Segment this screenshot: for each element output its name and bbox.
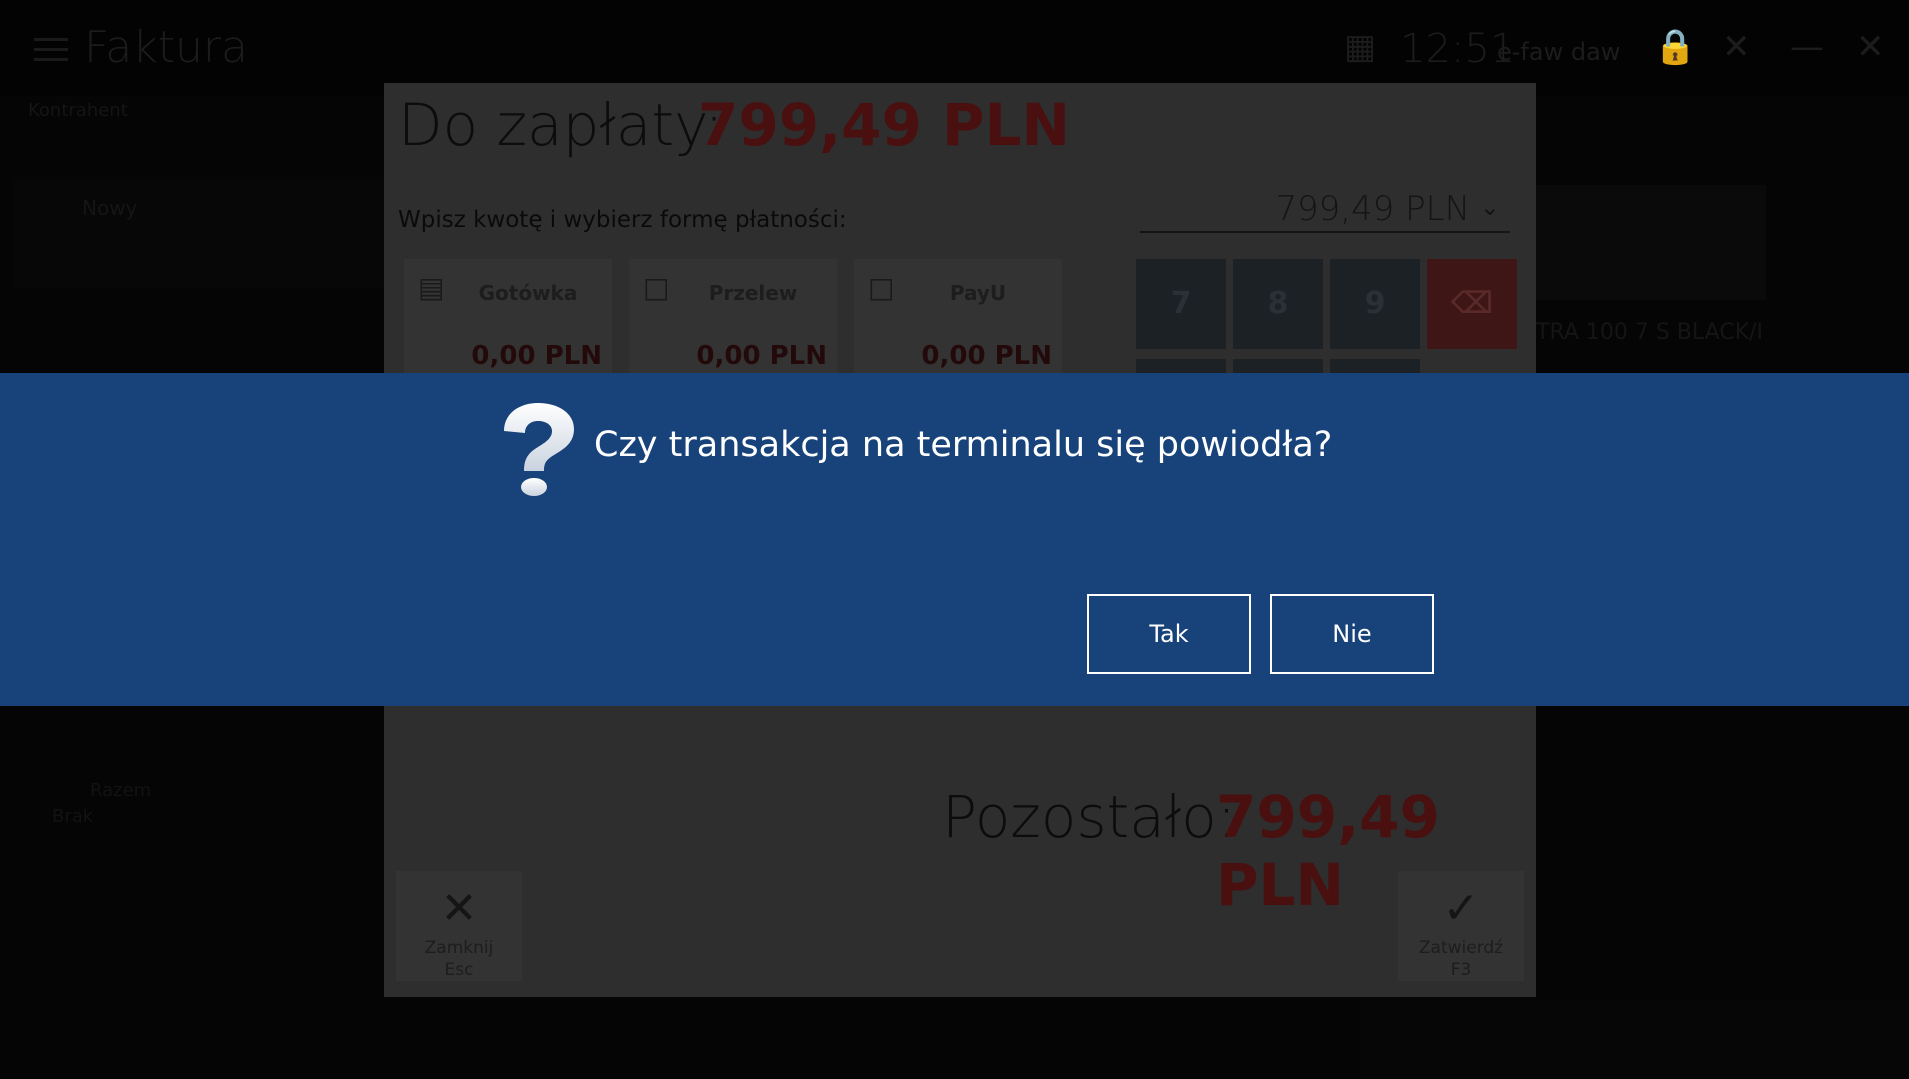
checkmark-icon: ✓ <box>1442 883 1480 934</box>
payment-amount: 799,49 PLN <box>698 91 1071 159</box>
screen: Faktura ▦ 12:51 e-faw daw 🔒 ✕ — ✕ Kontra… <box>0 0 1909 1079</box>
method-label: Przelew <box>708 281 798 305</box>
close-button-key: Esc <box>444 960 474 980</box>
confirm-dialog: Czy transakcja na terminalu się powiodła… <box>0 373 1909 706</box>
method-label: PayU <box>949 281 1007 305</box>
amount-dropdown[interactable]: 799,49 PLN ⌄ <box>1140 187 1510 233</box>
chevron-down-icon: ⌄ <box>1479 193 1500 221</box>
yes-button[interactable]: Tak <box>1087 594 1251 674</box>
no-button[interactable]: Nie <box>1270 594 1434 674</box>
key-9[interactable]: 9 <box>1330 259 1420 349</box>
product-label: TRA 100 7 S BLACK/I <box>1536 320 1764 345</box>
method-payu-button[interactable]: □ PayU 0,00 PLN <box>854 259 1062 379</box>
cash-icon: ▤ <box>418 271 445 304</box>
payment-hint: Wpisz kwotę i wybierz formę płatności: <box>398 207 847 233</box>
method-value: 0,00 PLN <box>696 341 827 371</box>
section-label: Kontrahent <box>28 100 128 121</box>
bottom-label: Razem <box>90 780 152 801</box>
question-icon <box>504 403 574 496</box>
close-icon[interactable]: ✕ <box>1856 30 1885 64</box>
app-title: Faktura <box>84 22 248 73</box>
payment-title: Do zapłaty: <box>398 91 724 159</box>
confirm-button-label: Zatwierdź <box>1418 938 1504 958</box>
method-value: 0,00 PLN <box>921 341 1052 371</box>
lock-icon[interactable]: 🔒 <box>1654 30 1696 64</box>
left-item[interactable]: Nowy <box>82 196 137 220</box>
close-button-label: Zamknij <box>424 938 494 958</box>
menu-icon[interactable] <box>34 38 68 62</box>
minimize-icon[interactable]: — <box>1790 30 1824 64</box>
bottom-label-2: Brak <box>52 806 94 827</box>
left-panel <box>14 180 384 288</box>
backspace-icon: ⌫ <box>1450 286 1494 321</box>
document-icon: □ <box>868 271 895 304</box>
backspace-button[interactable]: ⌫ <box>1427 259 1517 349</box>
key-7[interactable]: 7 <box>1136 259 1226 349</box>
confirm-message: Czy transakcja na terminalu się powiodła… <box>594 425 1333 465</box>
key-8[interactable]: 8 <box>1233 259 1323 349</box>
remaining-label: Pozostało: <box>942 783 1237 851</box>
grid-icon[interactable]: ▦ <box>1344 30 1376 64</box>
amount-dropdown-value: 799,49 PLN <box>1275 189 1470 229</box>
document-icon: □ <box>643 271 670 304</box>
method-transfer-button[interactable]: □ Przelew 0,00 PLN <box>629 259 837 379</box>
close-icon: ✕ <box>440 883 478 934</box>
shrink-icon[interactable]: ✕ <box>1722 30 1751 64</box>
method-value: 0,00 PLN <box>471 341 602 371</box>
method-label: Gotówka <box>478 281 578 305</box>
confirm-button-key: F3 <box>1450 960 1472 980</box>
confirm-button[interactable]: ✓ Zatwierdź F3 <box>1398 871 1524 981</box>
right-panel <box>1536 185 1766 300</box>
close-button[interactable]: ✕ Zamknij Esc <box>396 871 522 981</box>
bottom-panel <box>1360 1000 1909 1079</box>
app-header: Faktura ▦ 12:51 e-faw daw 🔒 ✕ — ✕ <box>0 0 1909 96</box>
method-cash-button[interactable]: ▤ Gotówka 0,00 PLN <box>404 259 612 379</box>
clock-sub: e-faw daw <box>1497 38 1621 66</box>
